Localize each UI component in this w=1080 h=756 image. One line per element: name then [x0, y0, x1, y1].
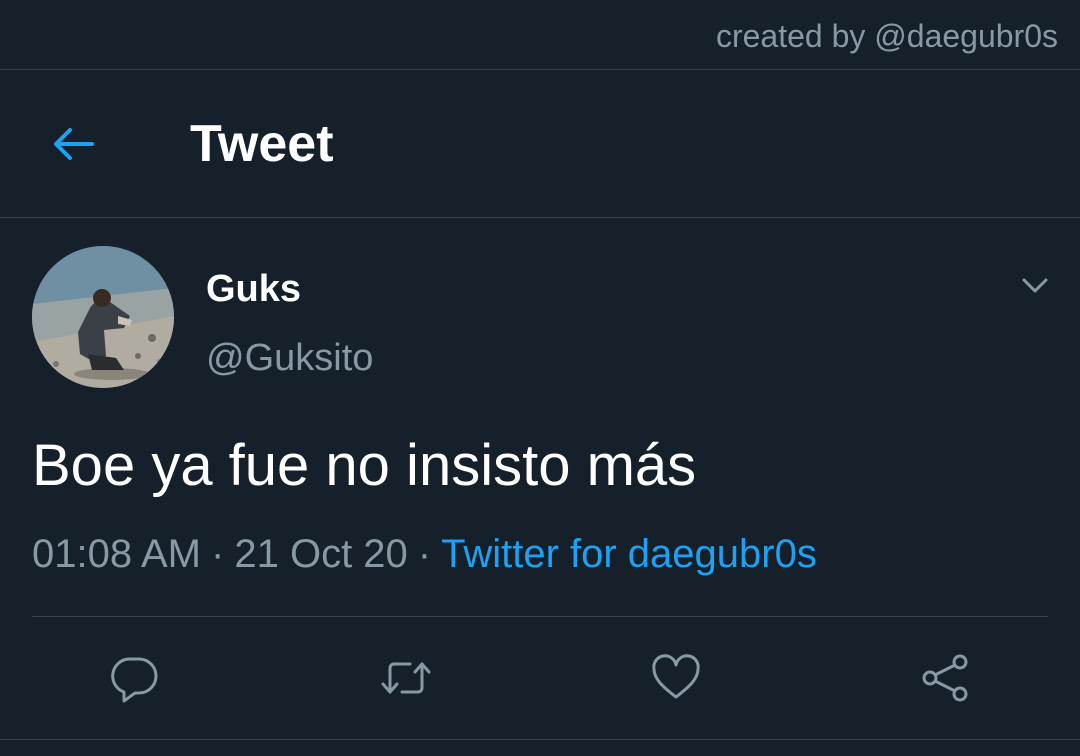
like-icon: [652, 654, 700, 699]
meta-separator: ·: [211, 532, 225, 576]
retweet-button[interactable]: [380, 652, 432, 704]
author-display-name[interactable]: Guks: [206, 268, 301, 311]
tweet-time: 01:08 AM: [32, 532, 202, 576]
page-title: Tweet: [190, 115, 334, 173]
share-icon: [922, 654, 968, 702]
chevron-down-icon[interactable]: [1018, 268, 1052, 302]
avatar-photo: [32, 246, 174, 388]
header: Tweet: [0, 70, 1080, 218]
tweet-meta: 01:08 AM · 21 Oct 20 · Twitter for daegubr0s: [32, 532, 817, 577]
tweet-source-link[interactable]: Twitter for daegubr0s: [441, 532, 817, 576]
reply-button[interactable]: [108, 652, 160, 704]
tweet-text: Boe ya fue no insisto más: [32, 433, 697, 498]
tweet-page: created by @daegubr0s Tweet Guks @Guksit…: [0, 0, 1080, 756]
credit-text: created by @daegubr0s: [715, 18, 1058, 54]
avatar[interactable]: [32, 246, 174, 388]
divider: [0, 739, 1080, 740]
tweet-date: 21 Oct 20: [234, 532, 408, 576]
retweet-icon: [381, 662, 431, 694]
author-handle[interactable]: @Guksito: [206, 337, 373, 380]
divider: [32, 616, 1048, 617]
reply-icon: [111, 657, 158, 703]
credit-bar: created by @daegubr0s: [0, 0, 1080, 70]
arrow-left-icon[interactable]: [50, 121, 96, 167]
like-button[interactable]: [650, 652, 702, 704]
share-button[interactable]: [920, 652, 972, 704]
meta-separator: ·: [417, 532, 432, 576]
